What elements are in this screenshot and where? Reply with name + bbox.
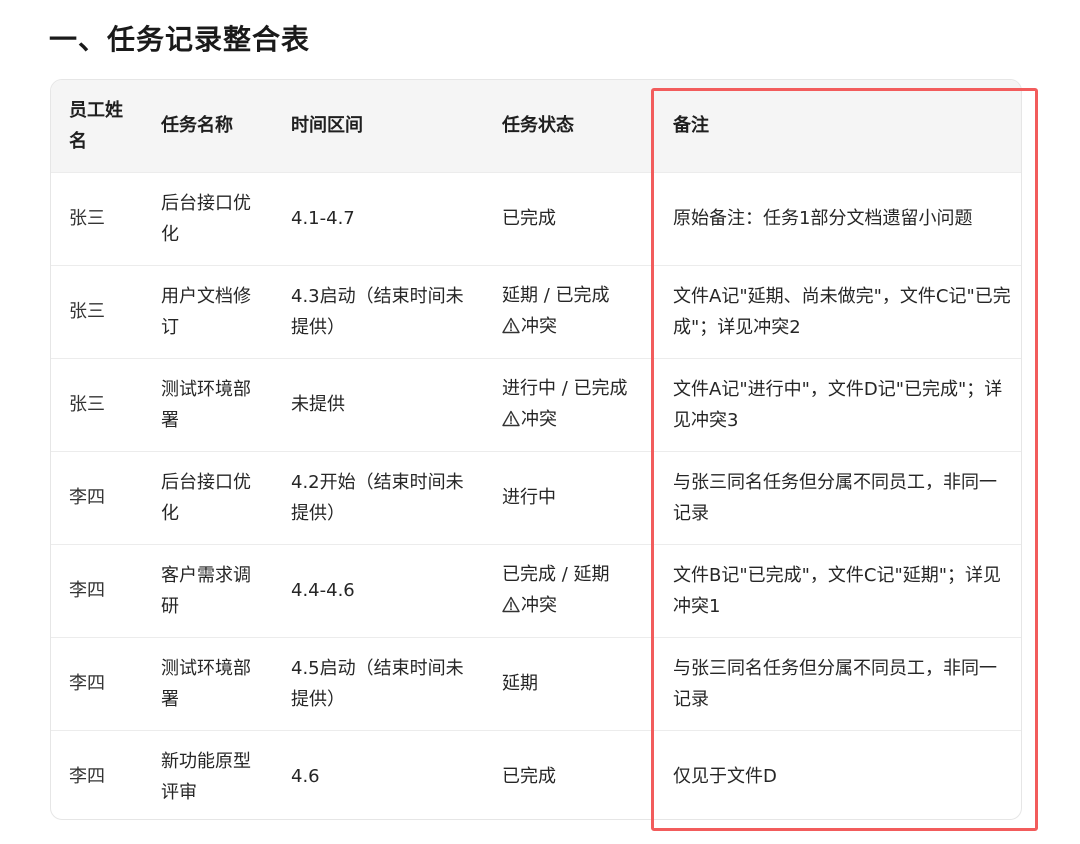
cell-note: 文件B记"已完成"，文件C记"延期"；详见冲突1 xyxy=(673,564,1002,617)
cell-period: 4.2开始（结束时间未提供） xyxy=(291,471,464,524)
cell-period: 4.5启动（结束时间未提供） xyxy=(291,657,464,710)
cell-status: 已完成 xyxy=(484,172,655,265)
cell-period: 4.4-4.6 xyxy=(291,580,355,601)
conflict-badge: 冲突 xyxy=(502,590,645,623)
task-table-container: 员工姓名 任务名称 时间区间 任务状态 备注 张三 后台接口优化 4.1-4.7 已完… xyxy=(50,79,1022,820)
table-header-row: 员工姓名 任务名称 时间区间 任务状态 备注 xyxy=(51,80,1021,172)
conflict-label: 冲突 xyxy=(521,315,557,337)
cell-employee: 李四 xyxy=(69,673,105,694)
cell-period: 4.6 xyxy=(291,766,320,788)
cell-note: 文件A记"延期、尚未做完"，文件C记"已完成"；详见冲突2 xyxy=(673,285,1011,338)
cell-employee: 李四 xyxy=(69,766,105,788)
cell-task: 后台接口优化 xyxy=(161,192,251,245)
status-text: 已完成 xyxy=(502,766,556,788)
cell-task: 测试环境部署 xyxy=(161,378,251,431)
header-note: 备注 xyxy=(673,115,709,137)
table-row: 李四 新功能原型评审 4.6 已完成 仅见于文件D xyxy=(51,730,1021,819)
conflict-label: 冲突 xyxy=(521,594,557,616)
cell-note: 与张三同名任务但分属不同员工，非同一记录 xyxy=(673,471,997,524)
status-text: 延期 / 已完成 xyxy=(502,284,610,306)
cell-status: 已完成 / 延期冲突 xyxy=(484,544,655,637)
warning-triangle-icon xyxy=(502,313,520,344)
cell-employee: 张三 xyxy=(69,394,105,415)
table-row: 李四 测试环境部署 4.5启动（结束时间未提供） 延期 与张三同名任务但分属不同员工，非… xyxy=(51,637,1021,730)
cell-status: 已完成 xyxy=(484,730,655,819)
cell-period: 4.3启动（结束时间未提供） xyxy=(291,285,464,338)
header-status: 任务状态 xyxy=(502,115,574,137)
header-period: 时间区间 xyxy=(291,115,363,137)
cell-task: 新功能原型评审 xyxy=(161,750,251,803)
cell-task: 客户需求调研 xyxy=(161,564,251,617)
conflict-badge: 冲突 xyxy=(502,311,645,344)
cell-employee: 张三 xyxy=(69,208,105,229)
cell-status: 进行中 / 已完成冲突 xyxy=(484,358,655,451)
status-text: 已完成 xyxy=(502,208,556,229)
cell-status: 延期 / 已完成冲突 xyxy=(484,265,655,358)
table-row: 张三 后台接口优化 4.1-4.7 已完成 原始备注：任务1部分文档遗留小问题 xyxy=(51,172,1021,265)
cell-period: 4.1-4.7 xyxy=(291,208,355,229)
conflict-badge: 冲突 xyxy=(502,404,645,437)
conflict-label: 冲突 xyxy=(521,408,557,430)
table-body: 张三 后台接口优化 4.1-4.7 已完成 原始备注：任务1部分文档遗留小问题 张三 用户文… xyxy=(51,172,1021,819)
section-heading: 一、任务记录整合表 xyxy=(49,23,311,56)
status-text: 已完成 / 延期 xyxy=(502,563,610,585)
header-task: 任务名称 xyxy=(161,115,233,137)
cell-period: 未提供 xyxy=(291,394,345,415)
cell-note: 仅见于文件D xyxy=(673,766,777,788)
task-record-table: 员工姓名 任务名称 时间区间 任务状态 备注 张三 后台接口优化 4.1-4.7 已完… xyxy=(51,80,1021,819)
status-text: 延期 xyxy=(502,673,538,694)
table-row: 张三 用户文档修订 4.3启动（结束时间未提供） 延期 / 已完成 冲突 文件A记"延期、… xyxy=(51,265,1021,358)
table-row: 张三 测试环境部署 未提供 进行中 / 已完成 冲突 文件A记"进行中"，文件D记"已完成… xyxy=(51,358,1021,451)
cell-status: 延期 xyxy=(484,637,655,730)
cell-note: 文件A记"进行中"，文件D记"已完成"；详见冲突3 xyxy=(673,378,1003,431)
status-text: 进行中 / 已完成 xyxy=(502,377,628,399)
warning-triangle-icon xyxy=(502,406,520,437)
cell-note: 与张三同名任务但分属不同员工，非同一记录 xyxy=(673,657,997,710)
cell-status: 进行中 xyxy=(484,451,655,544)
header-employee: 员工姓名 xyxy=(69,99,123,152)
cell-note: 原始备注：任务1部分文档遗留小问题 xyxy=(673,208,973,229)
page: 一、任务记录整合表 员工姓名 任务名称 时间区间 任务状态 备注 张三后台接口优… xyxy=(0,0,1080,844)
table-row: 李四 后台接口优化 4.2开始（结束时间未提供） 进行中 与张三同名任务但分属不同员工，… xyxy=(51,451,1021,544)
cell-task: 测试环境部署 xyxy=(161,657,251,710)
table-row: 李四 客户需求调研 4.4-4.6 已完成 / 延期 冲突 文件B记"已完成"，文件C记"… xyxy=(51,544,1021,637)
cell-task: 后台接口优化 xyxy=(161,471,251,524)
cell-task: 用户文档修订 xyxy=(161,285,251,338)
cell-employee: 李四 xyxy=(69,580,105,601)
cell-employee: 李四 xyxy=(69,487,105,508)
status-text: 进行中 xyxy=(502,487,556,508)
warning-triangle-icon xyxy=(502,592,520,623)
cell-employee: 张三 xyxy=(69,301,105,322)
